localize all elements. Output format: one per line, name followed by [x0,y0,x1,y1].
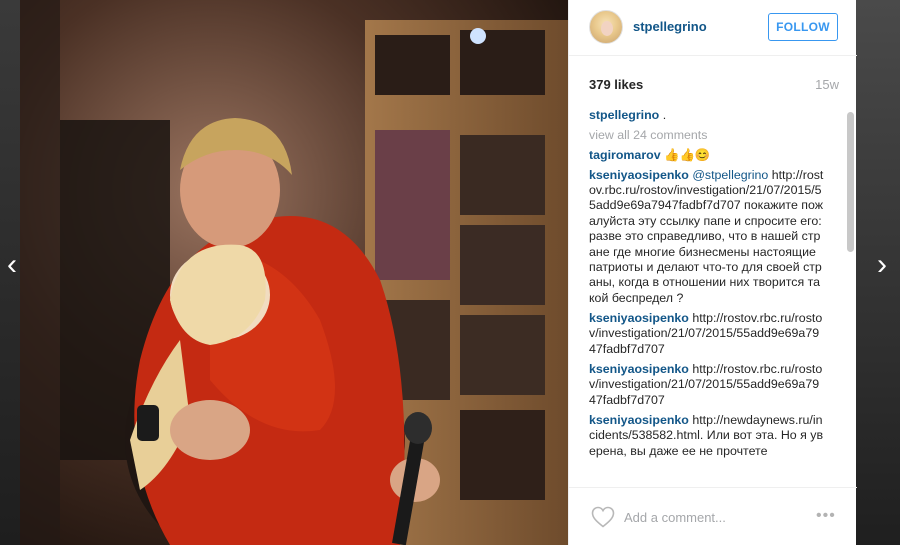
heart-icon[interactable] [591,506,615,528]
comment-item: kseniyaosipenko @stpellegrino http://ros… [589,168,825,307]
comment-username[interactable]: stpellegrino [589,108,659,122]
comment-username[interactable]: kseniyaosipenko [589,168,689,182]
chevron-right-icon[interactable]: › [870,250,894,282]
more-options-icon[interactable]: ••• [816,508,840,524]
comment-item: kseniyaosipenko http://rostov.rbc.ru/ros… [589,362,825,408]
post-details-panel: stpellegrino FOLLOW 379 likes 15w stpell… [568,0,857,545]
comment-username[interactable]: kseniyaosipenko [589,362,689,376]
post-footer: ••• [569,487,857,545]
comment-text: 👍👍😊 [664,147,711,162]
likes-row: 379 likes 15w [589,77,839,95]
follow-button[interactable]: FOLLOW [768,13,838,41]
comment-username[interactable]: tagiromarov [589,148,661,162]
post-header: stpellegrino FOLLOW [569,0,857,56]
caption: stpellegrino . [589,108,825,123]
view-all-comments-link[interactable]: view all 24 comments [589,128,825,143]
comments-scrollbar[interactable] [847,112,854,252]
post-author-username[interactable]: stpellegrino [633,19,707,34]
post-photo [20,0,568,545]
comment-mention[interactable]: @stpellegrino [692,168,768,182]
comment-item: kseniyaosipenko http://rostov.rbc.ru/ros… [589,311,825,357]
comment-item: kseniyaosipenko http://newdaynews.ru/inc… [589,413,825,459]
comment-username[interactable]: kseniyaosipenko [589,413,689,427]
comment-item: tagiromarov 👍👍😊 [589,148,825,163]
add-comment-input[interactable] [624,508,804,526]
comments-list[interactable]: stpellegrino . view all 24 comments tagi… [589,108,825,486]
post-age[interactable]: 15w [815,77,839,92]
caption-text: . [662,108,667,122]
avatar-face [601,21,613,36]
photo-illustration [20,0,568,545]
comment-text: http://rostov.rbc.ru/rostov/investigatio… [589,167,824,305]
avatar[interactable] [589,10,623,44]
likes-count[interactable]: 379 likes [589,77,643,92]
comment-username[interactable]: kseniyaosipenko [589,311,689,325]
